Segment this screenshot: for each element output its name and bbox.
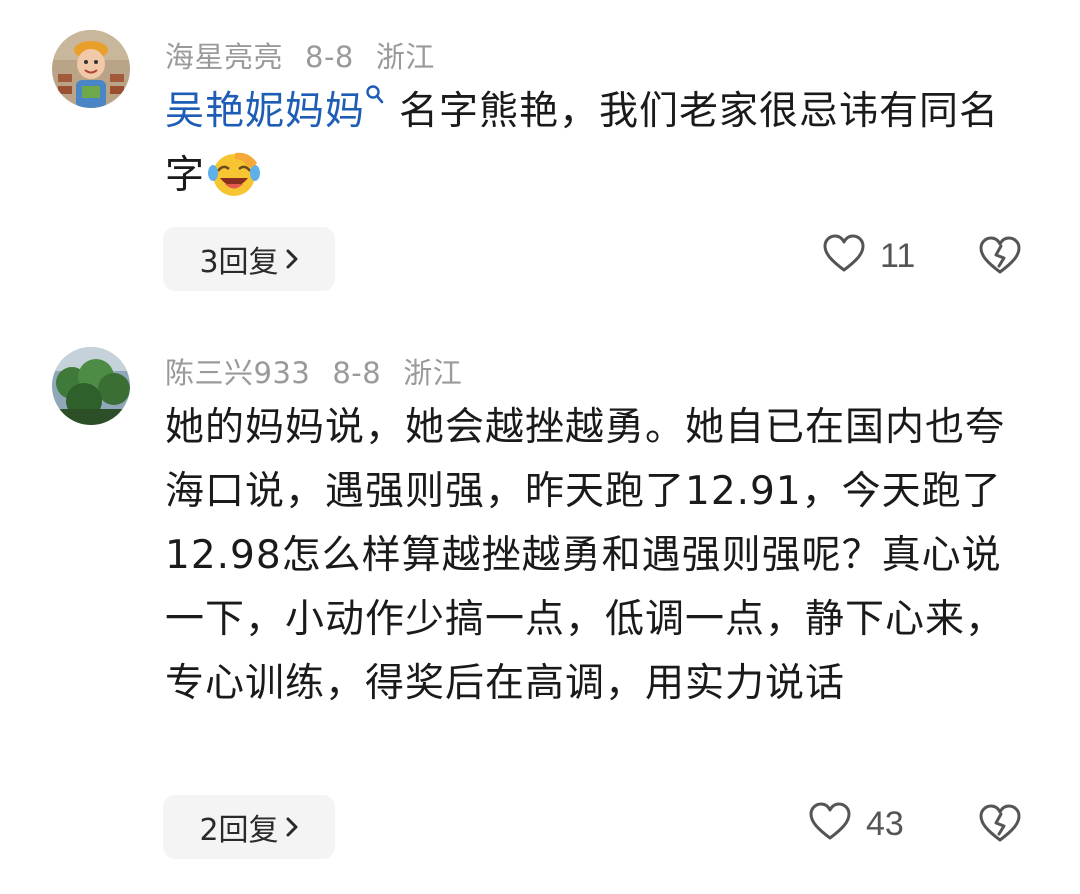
username[interactable]: 陈三兴933: [165, 356, 310, 390]
laughing-crying-emoji-icon: [205, 149, 263, 199]
like-button[interactable]: 43: [808, 802, 904, 846]
dislike-button[interactable]: [978, 804, 1022, 848]
avatar[interactable]: [52, 347, 130, 425]
heart-outline-icon: [822, 234, 866, 278]
comment-meta: 陈三兴933 8-8 浙江: [165, 350, 484, 392]
comment-item: 海星亮亮 8-8 浙江 吴艳妮妈妈 名字熊艳，我们老家很忌讳有同名字 3回复 11: [0, 0, 1080, 330]
chevron-right-icon: [285, 248, 299, 270]
chevron-right-icon: [285, 816, 299, 838]
comment-location: 浙江: [403, 356, 463, 390]
heart-outline-icon: [808, 802, 852, 846]
comment-meta: 海星亮亮 8-8 浙江: [165, 34, 457, 76]
broken-heart-icon: [978, 804, 1022, 848]
comment-item: 陈三兴933 8-8 浙江 她的妈妈说，她会越挫越勇。她自已在国内也夸海口说，遇强则…: [0, 330, 1080, 894]
replies-label: 3回复: [199, 245, 279, 280]
replies-button[interactable]: 3回复: [163, 227, 335, 291]
comment-date: 8-8: [305, 40, 354, 74]
search-icon: [365, 80, 387, 120]
avatar[interactable]: [52, 30, 130, 108]
dislike-button[interactable]: [978, 236, 1022, 280]
like-count: 11: [880, 236, 916, 275]
like-count: 43: [866, 804, 904, 843]
comment-date: 8-8: [332, 356, 382, 390]
replies-label: 2回复: [199, 813, 279, 848]
comment-text: 吴艳妮妈妈 名字熊艳，我们老家很忌讳有同名字: [165, 80, 1025, 208]
replies-button[interactable]: 2回复: [163, 795, 335, 859]
broken-heart-icon: [978, 236, 1022, 280]
like-button[interactable]: 11: [822, 234, 915, 278]
mention-link[interactable]: 吴艳妮妈妈: [165, 89, 365, 134]
username[interactable]: 海星亮亮: [165, 40, 283, 74]
comment-location: 浙江: [375, 40, 435, 74]
comment-body: 她的妈妈说，她会越挫越勇。她自已在国内也夸海口说，遇强则强，昨天跑了12.91，…: [165, 405, 1006, 706]
